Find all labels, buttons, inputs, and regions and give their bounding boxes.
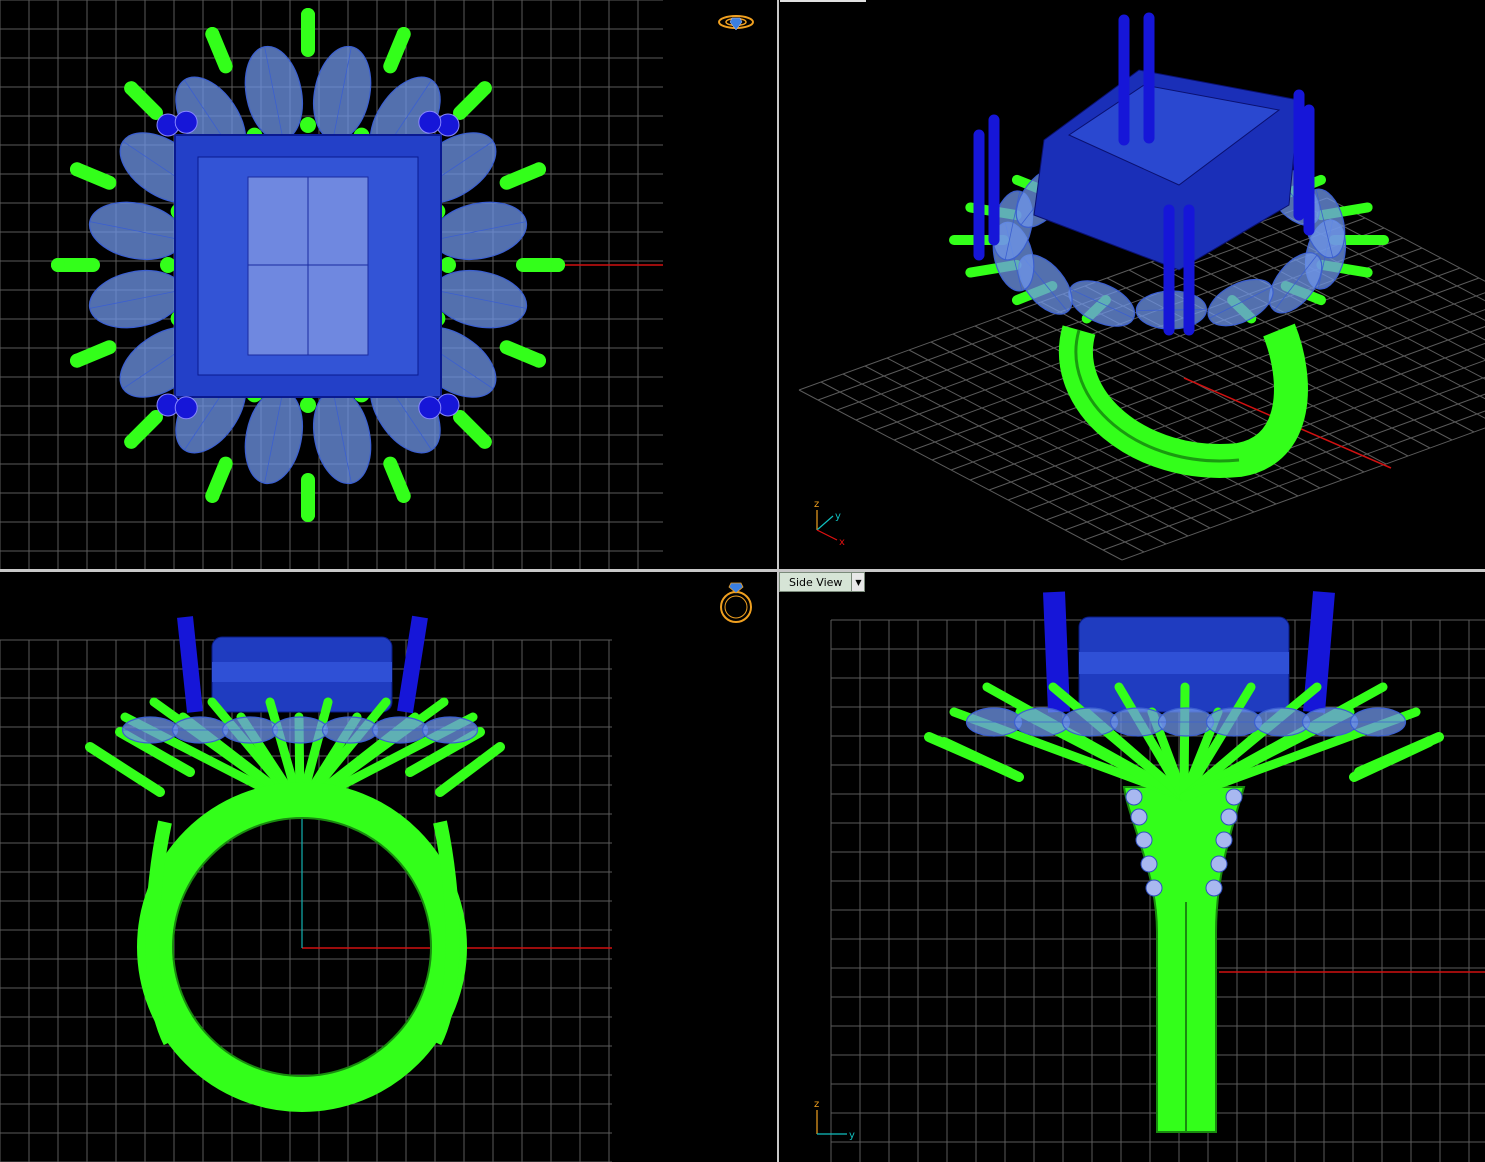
prong-tip xyxy=(477,434,492,449)
pave-stone xyxy=(1140,855,1158,873)
corner-prong xyxy=(174,110,198,134)
ring-top-view-icon[interactable] xyxy=(718,15,754,31)
pave-stone xyxy=(1210,855,1228,873)
ring-top-model xyxy=(51,8,565,522)
corner-prong xyxy=(174,396,198,420)
viewport-divider-horizontal[interactable] xyxy=(0,569,1485,572)
prong-tip xyxy=(70,353,85,368)
ring-front-view-icon[interactable] xyxy=(720,582,752,623)
front-viewport[interactable] xyxy=(0,572,777,1162)
prong xyxy=(1354,732,1444,777)
prong-tip xyxy=(205,488,220,503)
x-axis-label: x xyxy=(839,537,845,548)
pave-stone xyxy=(1125,788,1143,806)
side-view-canvas[interactable]: z y xyxy=(779,572,1485,1162)
bead xyxy=(300,397,316,413)
prong-tip xyxy=(124,434,139,449)
axis-triad: z y x xyxy=(814,499,845,548)
prong-tip xyxy=(477,81,492,96)
prong-tip xyxy=(551,258,565,272)
pave-stone xyxy=(1205,879,1223,897)
corner-prong xyxy=(418,110,442,134)
prong-tip xyxy=(124,81,139,96)
prong-tip xyxy=(531,353,546,368)
prong-tip xyxy=(301,8,315,22)
axis-triad: z y xyxy=(814,1099,855,1141)
front-view-canvas[interactable] xyxy=(0,572,777,1162)
pave-stone xyxy=(1220,808,1238,826)
top-viewport[interactable] xyxy=(0,0,777,569)
top-view-canvas[interactable] xyxy=(0,0,777,569)
prong xyxy=(924,732,1014,777)
bead xyxy=(160,257,176,273)
bead xyxy=(300,117,316,133)
viewport-divider-vertical[interactable] xyxy=(777,0,779,1162)
pave-stone xyxy=(1135,831,1153,849)
perspective-view-canvas[interactable]: z y x xyxy=(779,0,1485,569)
z-axis-label: z xyxy=(814,499,819,510)
pave-stone xyxy=(1225,788,1243,806)
prong xyxy=(1179,682,1190,802)
blue-prong xyxy=(177,616,203,713)
side-viewport[interactable]: z y Side View ▼ xyxy=(779,572,1485,1162)
chevron-down-icon[interactable]: ▼ xyxy=(851,573,865,591)
pave-stone xyxy=(1130,808,1148,826)
prong-tip xyxy=(531,162,546,177)
z-axis-label: z xyxy=(814,1099,819,1110)
prong-tip xyxy=(205,27,220,42)
prong-tip xyxy=(70,162,85,177)
prong-tip xyxy=(396,488,411,503)
pave-stone xyxy=(1145,879,1163,897)
active-viewport-indicator xyxy=(780,0,866,2)
bead xyxy=(440,257,456,273)
y-axis-label: y xyxy=(835,511,841,522)
pave-stone xyxy=(1215,831,1233,849)
ring-front-model xyxy=(85,615,505,1112)
y-axis-label: y xyxy=(849,1130,855,1141)
corner-prong xyxy=(418,396,442,420)
prong-tip xyxy=(396,27,411,42)
prong-tip xyxy=(51,258,65,272)
view-selector[interactable]: Side View ▼ xyxy=(779,572,866,592)
ring-shank xyxy=(1058,323,1308,478)
view-selector-label: Side View xyxy=(789,575,843,589)
perspective-viewport[interactable]: z y x xyxy=(779,0,1485,569)
prong-tip xyxy=(301,508,315,522)
